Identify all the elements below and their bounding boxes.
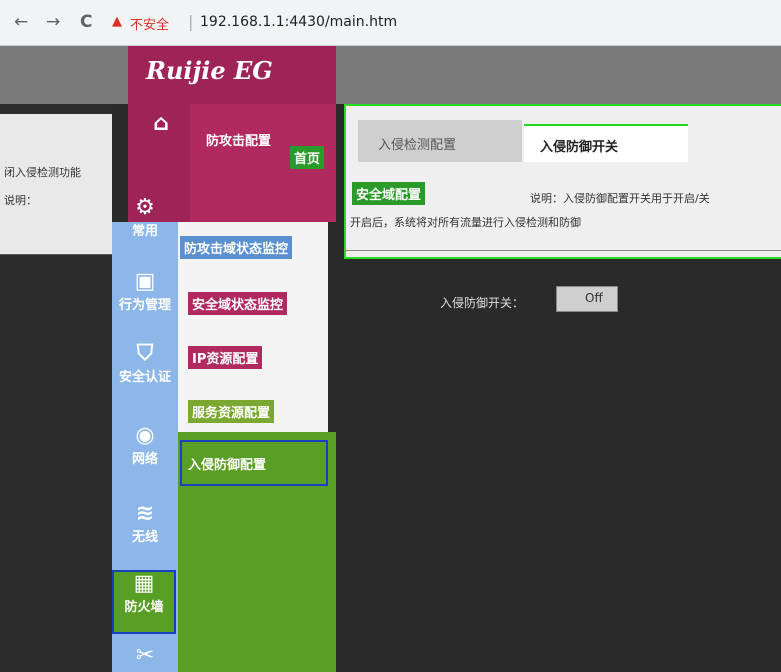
- sidebar-item-common[interactable]: ⚙ 常用: [112, 195, 178, 240]
- wifi-icon: ≋: [135, 501, 155, 526]
- tab-label: 入侵检测配置: [378, 138, 457, 153]
- background-divider: [0, 254, 112, 284]
- brand-logo[interactable]: Ruijie EG: [146, 56, 273, 85]
- shield-icon: ⛉: [136, 341, 154, 366]
- submenu-item-service-resource[interactable]: 服务资源配置: [188, 400, 275, 423]
- sidebar-item-label: 网络: [131, 452, 158, 467]
- sidebar-item-wireless[interactable]: ≋ 无线: [112, 501, 178, 546]
- sidebar-item-home[interactable]: ⌂: [128, 112, 194, 136]
- sidebar-item-behavior[interactable]: ▣ 行为管理: [112, 269, 178, 314]
- submenu-item-intrusion-prevention[interactable]: 入侵防御配置: [180, 440, 328, 486]
- submenu-item-attack-defense[interactable]: 防攻击配置: [202, 128, 275, 151]
- switch-value: Off: [585, 291, 603, 305]
- background-text-line: 闭入侵检测功能: [4, 166, 81, 179]
- sidebar-item-home-label[interactable]: 首页: [290, 146, 325, 169]
- address-bar[interactable]: 192.168.1.1:4430/main.htm: [200, 14, 397, 30]
- sidebar-item-firewall[interactable]: ▦ 防火墙: [112, 570, 176, 634]
- sidebar-item-auth[interactable]: ⛉ 安全认证: [112, 341, 178, 386]
- gear-icon: ⚙: [135, 195, 155, 220]
- warning-icon: ▲: [112, 14, 122, 29]
- tab-intrusion-detection[interactable]: 入侵检测配置: [358, 120, 522, 162]
- reload-icon[interactable]: C: [80, 12, 92, 32]
- sidebar-item-label: 行为管理: [118, 298, 171, 313]
- app-header: [0, 46, 781, 104]
- globe-icon: ◉: [135, 423, 155, 448]
- sidebar-item-label: 安全认证: [118, 370, 171, 385]
- tools-icon: ✂: [135, 643, 155, 668]
- background-content-strip: [0, 114, 112, 254]
- content-note-line2: 开启后，系统将对所有流量进行入侵检测和防御: [350, 216, 581, 229]
- tab-intrusion-prevention-switch[interactable]: 入侵防御开关: [524, 124, 688, 162]
- security-warning-text[interactable]: 不安全: [130, 14, 169, 33]
- switch-label: 入侵防御开关：: [440, 296, 525, 310]
- home-icon: ⌂: [153, 111, 169, 136]
- submenu-item-zone-monitor[interactable]: 安全域状态监控: [188, 292, 288, 315]
- sidebar-item-label: 常用: [131, 224, 158, 239]
- submenu-item-ip-resource[interactable]: IP资源配置: [188, 346, 263, 369]
- back-arrow-icon[interactable]: ←: [14, 12, 28, 32]
- submenu-item-security-zone[interactable]: 安全域配置: [352, 182, 426, 205]
- tab-label: 入侵防御开关: [540, 140, 619, 155]
- sidebar-item-network[interactable]: ◉ 网络: [112, 423, 178, 468]
- switch-toggle[interactable]: Off: [556, 286, 618, 312]
- monitor-icon: ▣: [134, 269, 156, 294]
- sidebar-item-label: 防火墙: [124, 600, 164, 615]
- content-divider: [344, 250, 781, 251]
- firewall-icon: ▦: [133, 571, 155, 596]
- url-divider: |: [188, 12, 194, 31]
- sidebar-item-tools[interactable]: ✂: [112, 644, 178, 668]
- sidebar-item-label: 无线: [131, 530, 158, 545]
- background-note-label: 说明：: [4, 194, 37, 207]
- browser-toolbar: ← → C ▲ 不安全 | 192.168.1.1:4430/main.htm: [0, 0, 781, 46]
- content-note: 说明：入侵防御配置开关用于开启/关: [530, 192, 710, 205]
- submenu-item-attack-domain-monitor[interactable]: 防攻击域状态监控: [180, 236, 293, 259]
- forward-arrow-icon[interactable]: →: [46, 12, 60, 32]
